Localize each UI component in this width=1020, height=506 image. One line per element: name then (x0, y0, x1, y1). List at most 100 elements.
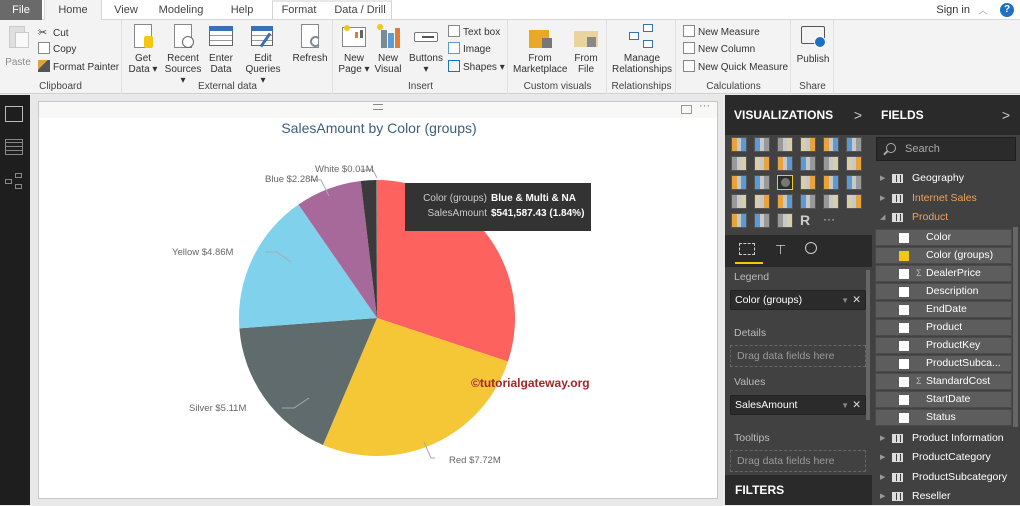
new-measure-button[interactable]: New Measure (683, 25, 760, 41)
field-checkbox[interactable] (899, 305, 909, 315)
viz-type-icon[interactable] (754, 213, 770, 228)
collapse-ribbon-icon[interactable]: ︿ (978, 2, 988, 17)
recent-sources-button[interactable]: RecentSources ▾ (163, 24, 203, 86)
fields-search-input[interactable]: Search (876, 137, 1016, 161)
dropdown-icon[interactable]: ▼ (841, 291, 849, 310)
collapsed-arrow-icon[interactable]: ▶ (880, 487, 885, 506)
filters-header[interactable]: FILTERS (725, 475, 872, 505)
new-quick-measure-button[interactable]: New Quick Measure (683, 60, 788, 76)
field-item[interactable]: ProductSubca... (875, 355, 1012, 372)
collapsed-arrow-icon[interactable]: ▶ (880, 189, 885, 208)
shapes-button[interactable]: Shapes ▾ (448, 60, 505, 76)
field-item[interactable]: Color (groups) (875, 247, 1012, 264)
remove-field-icon[interactable]: ✕ (852, 396, 861, 415)
field-table-productcategory[interactable]: ▶ProductCategory (872, 448, 1020, 467)
new-visual-button[interactable]: NewVisual (372, 24, 404, 75)
field-checkbox[interactable] (899, 377, 909, 387)
viz-type-icon[interactable] (823, 156, 839, 171)
dropdown-icon[interactable]: ▼ (841, 396, 849, 415)
tab-home[interactable]: Home (44, 0, 102, 21)
viz-type-icon[interactable] (731, 175, 747, 190)
tooltips-drop-well[interactable]: Drag data fields here (730, 450, 866, 472)
field-table-internet-sales[interactable]: ▶Internet Sales (872, 189, 1020, 208)
pie-chart-visual[interactable]: ··· SalesAmount by Color (groups) White … (38, 101, 718, 499)
tab-view[interactable]: View (106, 0, 146, 20)
tab-format[interactable]: Format (276, 0, 322, 20)
viz-type-icon[interactable] (846, 156, 862, 171)
sign-in-link[interactable]: Sign in (936, 0, 970, 20)
field-item[interactable]: Color (875, 229, 1012, 246)
expanded-arrow-icon[interactable]: ◢ (880, 208, 885, 227)
field-item[interactable]: ProductKey (875, 337, 1012, 354)
field-item[interactable]: Product (875, 319, 1012, 336)
copy-button[interactable]: Copy (38, 42, 76, 58)
viz-type-icon[interactable] (731, 137, 747, 152)
viz-type-icon[interactable] (800, 156, 816, 171)
manage-relationships-button[interactable]: ManageRelationships (610, 24, 674, 75)
collapsed-arrow-icon[interactable]: ▶ (880, 448, 885, 467)
field-item[interactable]: Status (875, 409, 1012, 426)
field-checkbox[interactable] (899, 413, 909, 423)
viz-type-icon[interactable] (800, 137, 816, 152)
values-field-pill[interactable]: SalesAmount▼✕ (730, 395, 866, 415)
viz-type-icon[interactable] (731, 194, 747, 209)
report-view-icon[interactable] (5, 106, 23, 122)
field-table-product[interactable]: ◢Product (872, 208, 1020, 227)
viz-type-icon[interactable] (823, 175, 839, 190)
field-item[interactable]: EndDate (875, 301, 1012, 318)
field-table-reseller[interactable]: ▶Reseller (872, 487, 1020, 506)
field-checkbox[interactable] (899, 323, 909, 333)
remove-field-icon[interactable]: ✕ (852, 291, 861, 310)
enter-data-button[interactable]: EnterData (205, 24, 237, 75)
tab-file[interactable]: File (0, 0, 42, 20)
analytics-magnifier-icon[interactable] (805, 242, 817, 254)
paste-button[interactable]: Paste (4, 24, 32, 68)
help-icon[interactable]: ? (1000, 3, 1014, 17)
tab-modeling[interactable]: Modeling (150, 0, 212, 20)
viz-type-icon[interactable] (754, 194, 770, 209)
field-checkbox[interactable] (899, 341, 909, 351)
fields-tab-icon[interactable] (739, 243, 755, 255)
refresh-button[interactable]: Refresh (291, 24, 329, 64)
field-table-product-information[interactable]: ▶Product Information (872, 429, 1020, 448)
field-checkbox[interactable] (899, 287, 909, 297)
viz-type-icon[interactable] (754, 137, 770, 152)
from-marketplace-button[interactable]: FromMarketplace (513, 24, 567, 75)
scrollbar[interactable] (1013, 227, 1018, 427)
field-checkbox[interactable] (899, 359, 909, 369)
tab-data-drill[interactable]: Data / Drill (330, 0, 390, 20)
legend-field-pill[interactable]: Color (groups)▼✕ (730, 290, 866, 310)
field-item[interactable]: Description (875, 283, 1012, 300)
scrollbar[interactable] (866, 270, 870, 420)
viz-type-icon[interactable] (823, 137, 839, 152)
viz-type-icon[interactable] (846, 175, 862, 190)
publish-button[interactable]: Publish (794, 24, 832, 65)
field-checkbox[interactable] (899, 395, 909, 405)
edit-queries-button[interactable]: EditQueries ▾ (243, 24, 283, 86)
viz-type-icon[interactable] (777, 137, 793, 152)
details-drop-well[interactable]: Drag data fields here (730, 345, 866, 367)
buttons-button[interactable]: Buttons▾ (408, 24, 444, 75)
relationships-view-icon[interactable] (5, 173, 23, 189)
viz-type-icon[interactable] (731, 213, 747, 228)
viz-type-icon[interactable] (731, 156, 747, 171)
collapsed-arrow-icon[interactable]: ▶ (880, 429, 885, 448)
viz-type-icon[interactable] (754, 156, 770, 171)
get-data-button[interactable]: GetData ▾ (127, 24, 159, 75)
field-item[interactable]: ΣDealerPrice (875, 265, 1012, 282)
image-button[interactable]: Image (448, 42, 491, 58)
collapse-fields-icon[interactable]: > (1002, 95, 1010, 135)
viz-type-icon[interactable] (800, 175, 816, 190)
new-column-button[interactable]: New Column (683, 42, 755, 58)
cut-button[interactable]: ✂Cut (38, 25, 69, 41)
collapsed-arrow-icon[interactable]: ▶ (880, 169, 885, 188)
from-file-button[interactable]: FromFile (571, 24, 601, 75)
viz-type-icon[interactable] (800, 194, 816, 209)
viz-type-icon[interactable] (754, 175, 770, 190)
field-item[interactable]: ΣStandardCost (875, 373, 1012, 390)
text-box-button[interactable]: Text box (448, 25, 500, 41)
new-page-button[interactable]: NewPage ▾ (338, 24, 370, 75)
r-visual-icon[interactable]: R (800, 213, 816, 228)
collapsed-arrow-icon[interactable]: ▶ (880, 468, 885, 487)
collapse-visualizations-icon[interactable]: > (854, 95, 862, 135)
